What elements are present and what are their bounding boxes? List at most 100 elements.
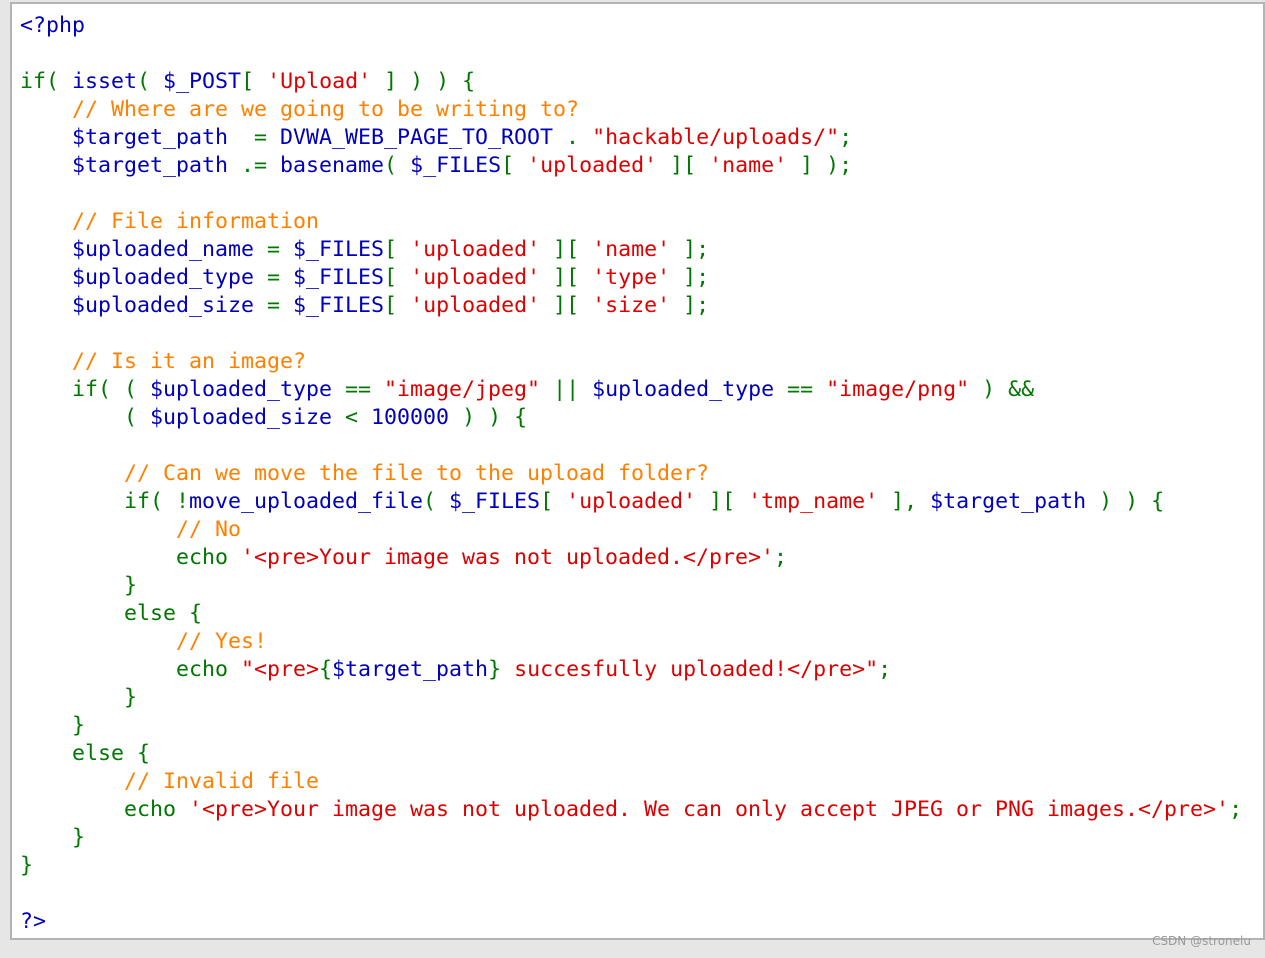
code-token-default: $_FILES [410,153,502,178]
code-token-default: $_FILES [449,489,541,514]
code-token-keyword: else { [20,601,203,626]
code-token-keyword: } [20,853,34,878]
code-token-keyword: ], [878,489,931,514]
code-token-keyword: ] ) ) { [371,69,476,94]
code-line: $uploaded_size = $_FILES[ 'uploaded' ][ … [20,292,1242,320]
code-token-keyword: ) ) { [449,405,528,430]
code-token-string: 'uploaded' [410,293,541,318]
code-token-keyword: } [20,713,86,738]
code-token-keyword: ( [20,405,151,430]
code-token-string: 'size' [592,293,671,318]
code-token-keyword: [ [540,489,567,514]
code-line: // File information [20,208,1242,236]
code-token-keyword: ]; [670,293,710,318]
php-source-code[interactable]: <?php if( isset( $_POST[ 'Upload' ] ) ) {… [20,12,1242,936]
code-line: // Is it an image? [20,348,1242,376]
code-token-keyword: == [345,377,385,402]
code-token-string: 'uploaded' [410,265,541,290]
code-token-string: 'tmp_name' [748,489,879,514]
code-token-keyword: ][ [696,489,749,514]
code-line: } [20,572,1242,600]
code-line: if( ( $uploaded_type == "image/jpeg" || … [20,376,1242,404]
code-token-keyword: } [488,657,502,682]
code-token-keyword: [ [384,265,411,290]
code-token-comment: // Can we move the file to the upload fo… [20,461,710,486]
code-token-keyword: . [566,125,593,150]
code-token-default: $uploaded_name [20,237,268,262]
code-token-keyword: ; [878,657,892,682]
code-line: else { [20,740,1242,768]
code-token-html: ?> [20,909,47,934]
code-token-keyword: || [540,377,593,402]
code-line: echo '<pre>Your image was not uploaded. … [20,796,1242,824]
code-line: $uploaded_name = $_FILES[ 'uploaded' ][ … [20,236,1242,264]
code-token-keyword: ( [423,489,450,514]
code-line: $uploaded_type = $_FILES[ 'uploaded' ][ … [20,264,1242,292]
code-token-string: 'uploaded' [527,153,658,178]
code-token-string: '<pre>Your image was not uploaded. We ca… [189,797,1230,822]
code-token-default: $target_path [20,125,255,150]
code-token-string: 'type' [592,265,671,290]
code-token-keyword: = [267,265,294,290]
code-token-string: "image/jpeg" [384,377,541,402]
code-line: $target_path = DVWA_WEB_PAGE_TO_ROOT . "… [20,124,1242,152]
code-line: } [20,712,1242,740]
code-token-keyword: ) ) { [1086,489,1165,514]
code-token-keyword: [ [384,237,411,262]
code-token-keyword: ) && [969,377,1035,402]
code-token-default: $_FILES [293,293,385,318]
code-line: if( !move_uploaded_file( $_FILES[ 'uploa… [20,488,1242,516]
code-token-keyword: ( [137,69,164,94]
code-line: // Where are we going to be writing to? [20,96,1242,124]
code-line: // Yes! [20,628,1242,656]
code-token-default: $uploaded_type [592,377,788,402]
code-token-keyword: echo [20,797,190,822]
code-token-keyword: [ [501,153,528,178]
code-token-string: succesfully uploaded!</pre>" [501,657,879,682]
code-token-string: 'Upload' [267,69,372,94]
code-line: else { [20,600,1242,628]
code-token-keyword: < [345,405,372,430]
code-token-comment: // Is it an image? [20,349,307,374]
code-token-string: "hackable/uploads/" [592,125,840,150]
code-line: } [20,852,1242,880]
code-line: ?> [20,908,1242,936]
code-token-html: <?php [20,13,86,38]
code-token-comment: // Yes! [20,629,268,654]
code-token-default: $uploaded_size [20,293,268,318]
code-token-keyword: .= [241,153,281,178]
code-token-keyword: ][ [540,293,593,318]
code-line: $target_path .= basename( $_FILES[ 'uplo… [20,152,1242,180]
code-token-keyword: if( [20,69,73,94]
code-token-keyword: [ [241,69,268,94]
code-token-keyword: else { [20,741,151,766]
code-token-default: $target_path [332,657,489,682]
code-token-string: "<pre> [241,657,320,682]
code-line: // No [20,516,1242,544]
code-token-default: $uploaded_size [150,405,346,430]
code-line: echo "<pre>{$target_path} succesfully up… [20,656,1242,684]
code-token-default: $uploaded_type [20,265,268,290]
code-token-string: 'uploaded' [410,237,541,262]
code-token-keyword: ]; [670,265,710,290]
code-line: // Can we move the file to the upload fo… [20,460,1242,488]
code-token-keyword: = [267,237,294,262]
code-line: if( isset( $_POST[ 'Upload' ] ) ) { [20,68,1242,96]
code-line: } [20,684,1242,712]
code-token-default: $target_path [930,489,1087,514]
code-token-keyword: = [267,293,294,318]
code-token-keyword: = [254,125,281,150]
code-token-default: move_uploaded_file [189,489,424,514]
code-token-keyword: ( [384,153,411,178]
code-line: } [20,824,1242,852]
code-token-keyword: } [20,825,86,850]
code-token-keyword: ]; [670,237,710,262]
code-token-keyword: ] ); [787,153,853,178]
code-panel[interactable]: <?php if( isset( $_POST[ 'Upload' ] ) ) {… [10,2,1265,940]
code-line: ( $uploaded_size < 100000 ) ) { [20,404,1242,432]
code-token-default: $_FILES [293,237,385,262]
